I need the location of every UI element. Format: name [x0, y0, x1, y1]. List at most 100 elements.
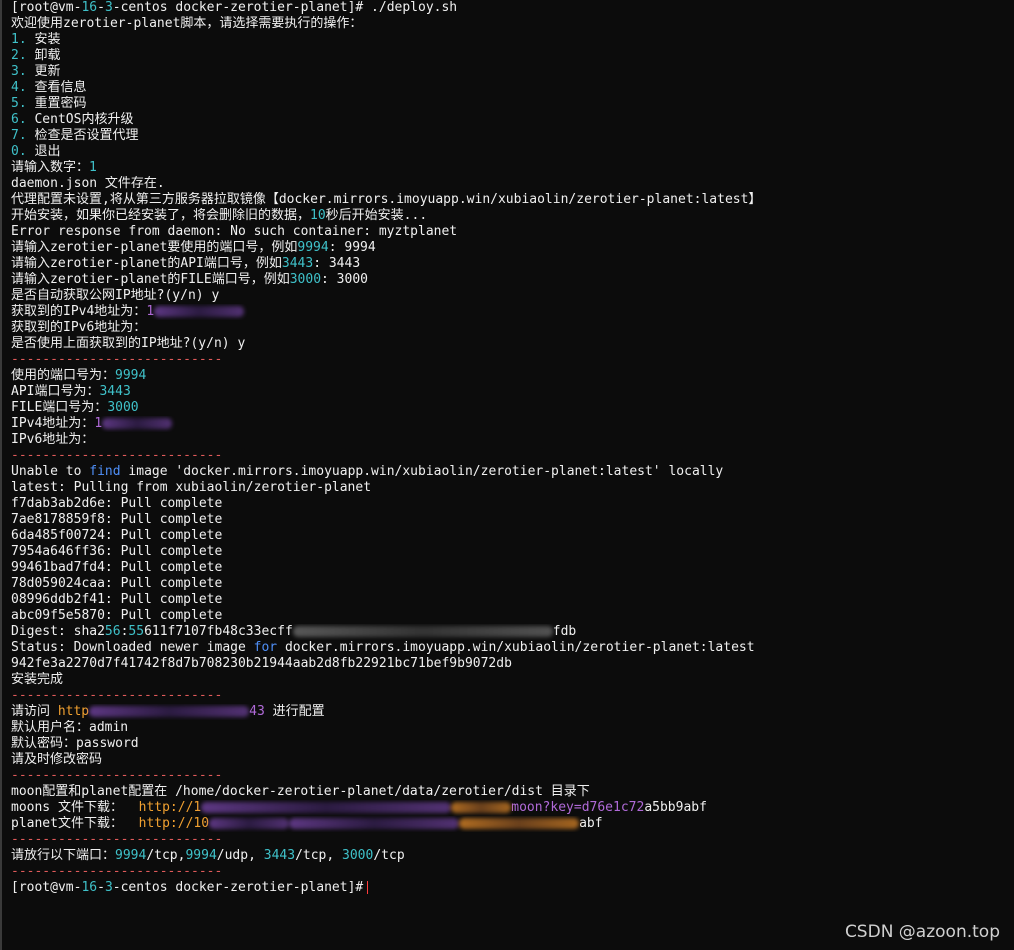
- divider-text: ---------------------------: [11, 832, 223, 847]
- terminal-window[interactable]: [root@vm-16-3-centos docker-zerotier-pla…: [0, 0, 1014, 950]
- terminal-line: 获取到的IPv6地址为：: [11, 320, 1014, 336]
- terminal-line: 开始安装，如果你已经安装了，将会删除旧的数据，10秒后开始安装...: [11, 208, 1014, 224]
- redacted-blur: [209, 818, 290, 829]
- line-segment: 3: [104, 880, 113, 895]
- redacted-blur: [289, 818, 460, 829]
- terminal-line: daemon.json 文件存在.: [11, 176, 1014, 192]
- line-segment: abc09f5e5870: Pull complete: [11, 608, 223, 623]
- redacted-blur: [89, 706, 250, 717]
- line-segment: 942fe3a2270d7f41742f8d7b708230b21944aab2…: [11, 656, 512, 671]
- redacted-blur: [451, 802, 512, 813]
- terminal-line: Digest: sha256:55611f7107fb48c33ecff fdb: [11, 624, 1014, 640]
- line-segment: http: [57, 704, 90, 719]
- terminal-line: moons 文件下载： http://1 moon?key=d76e1c72a5b…: [11, 800, 1014, 816]
- terminal-line: latest: Pulling from xubiaolin/zerotier-…: [11, 480, 1014, 496]
- line-segment: 请访问: [11, 704, 58, 719]
- terminal-line: 请访问 http 43 进行配置: [11, 704, 1014, 720]
- terminal-line: 安装完成: [11, 672, 1014, 688]
- line-segment: Error response from daemon: No such cont…: [11, 224, 458, 239]
- line-segment: : 9994: [328, 240, 376, 255]
- line-segment: a5bb9abf: [644, 800, 707, 815]
- terminal-line: IPv6地址为：: [11, 432, 1014, 448]
- csdn-watermark: CSDN @azoon.top: [844, 922, 1000, 942]
- line-segment: 请放行以下端口：: [11, 848, 116, 863]
- line-segment: http://1: [138, 800, 202, 815]
- terminal-line: 7954a646ff36: Pull complete: [11, 544, 1014, 560]
- line-segment: [root@vm-: [11, 880, 82, 895]
- line-segment: 默认密码：password: [11, 736, 139, 751]
- line-segment: moon配置和planet配置在 /home/docker-zerotier-p…: [11, 784, 590, 799]
- redacted-blur: [102, 418, 173, 429]
- line-segment: 请输入zerotier-planet要使用的端口号，例如: [11, 240, 298, 255]
- terminal-line: 7ae8178859f8: Pull complete: [11, 512, 1014, 528]
- terminal-line: 默认密码：password: [11, 736, 1014, 752]
- line-segment: -: [97, 0, 105, 15]
- terminal-line: 2. 卸载: [11, 48, 1014, 64]
- terminal-line: moon配置和planet配置在 /home/docker-zerotier-p…: [11, 784, 1014, 800]
- line-segment: 16: [81, 0, 98, 15]
- terminal-line: Unable to find image 'docker.mirrors.imo…: [11, 464, 1014, 480]
- line-segment: 开始安装，如果你已经安装了，将会删除旧的数据，: [11, 208, 311, 223]
- line-segment: 0.: [11, 144, 35, 159]
- line-segment: 3443: [99, 384, 131, 399]
- line-segment: 更新: [34, 64, 61, 79]
- line-segment: find: [89, 464, 121, 479]
- line-segment: docker.mirrors.imoyuapp.win/xubiaolin/ze…: [277, 640, 755, 655]
- terminal-line: 78d059024caa: Pull complete: [11, 576, 1014, 592]
- line-segment: : 3000: [321, 272, 368, 287]
- line-segment: 7.: [11, 128, 35, 143]
- terminal-line: 6. CentOS内核升级: [11, 112, 1014, 128]
- line-segment: 请输入数字：: [11, 160, 90, 175]
- line-segment: 2.: [11, 48, 35, 63]
- line-segment: planet文件下载：: [11, 816, 139, 831]
- terminal-line: 请输入zerotier-planet要使用的端口号，例如9994: 9994: [11, 240, 1014, 256]
- line-segment: 99461bad7fd4: Pull complete: [11, 560, 223, 575]
- line-segment: 4.: [11, 80, 35, 95]
- line-segment: 9994: [297, 240, 329, 255]
- terminal-line: abc09f5e5870: Pull complete: [11, 608, 1014, 624]
- line-segment: 1: [89, 160, 97, 175]
- terminal-line: 默认用户名：admin: [11, 720, 1014, 736]
- terminal-line: planet文件下载： http://10 abf: [11, 816, 1014, 832]
- line-segment: CentOS内核升级: [34, 112, 134, 127]
- line-segment: 1: [94, 416, 103, 431]
- line-segment: 欢迎使用zerotier-planet脚本，请选择需要执行的操作：: [11, 16, 363, 31]
- line-segment: -: [97, 880, 105, 895]
- line-segment: -centos docker-zerotier-planet]#: [112, 880, 364, 895]
- terminal-line: 6da485f00724: Pull complete: [11, 528, 1014, 544]
- terminal-line: 5. 重置密码: [11, 96, 1014, 112]
- redacted-blur: [154, 306, 245, 317]
- line-segment: -centos docker-zerotier-planet]# ./deplo…: [112, 0, 458, 15]
- line-segment: API端口号为：: [11, 384, 100, 399]
- line-segment: 7ae8178859f8: Pull complete: [11, 512, 223, 527]
- terminal-line: [root@vm-16-3-centos docker-zerotier-pla…: [11, 0, 1014, 16]
- terminal-line: Error response from daemon: No such cont…: [11, 224, 1014, 240]
- line-segment: 检查是否设置代理: [34, 128, 139, 143]
- line-segment: 是否自动获取公网IP地址?(y/n) y: [11, 288, 220, 303]
- line-segment: 1: [146, 304, 155, 319]
- text-cursor[interactable]: [367, 881, 369, 894]
- redacted-blur: [201, 802, 452, 813]
- terminal-line: 7. 检查是否设置代理: [11, 128, 1014, 144]
- line-segment: fdb: [552, 624, 577, 639]
- line-segment: for: [253, 640, 278, 655]
- line-segment: IPv4地址为：: [11, 416, 95, 431]
- line-segment: 3443: [263, 848, 296, 863]
- terminal-line: FILE端口号为：3000: [11, 400, 1014, 416]
- divider-line: ---------------------------: [11, 768, 1014, 784]
- line-segment: 请输入zerotier-planet的FILE端口号，例如: [11, 272, 290, 287]
- line-segment: 08996ddb2f41: Pull complete: [11, 592, 223, 607]
- terminal-line: API端口号为：3443: [11, 384, 1014, 400]
- divider-text: ---------------------------: [11, 768, 223, 783]
- line-segment: latest: Pulling from xubiaolin/zerotier-…: [11, 480, 372, 495]
- terminal-line: 请输入zerotier-planet的FILE端口号，例如3000: 3000: [11, 272, 1014, 288]
- line-segment: 秒后开始安装...: [325, 208, 428, 223]
- line-segment: 3443: [281, 256, 314, 271]
- terminal-line: 1. 安装: [11, 32, 1014, 48]
- line-segment: : 3443: [313, 256, 361, 271]
- divider-line: ---------------------------: [11, 448, 1014, 464]
- line-segment: 78d059024caa: Pull complete: [11, 576, 223, 591]
- line-segment: 安装: [34, 32, 61, 47]
- line-segment: http://10: [138, 816, 210, 831]
- line-segment: Unable to: [11, 464, 90, 479]
